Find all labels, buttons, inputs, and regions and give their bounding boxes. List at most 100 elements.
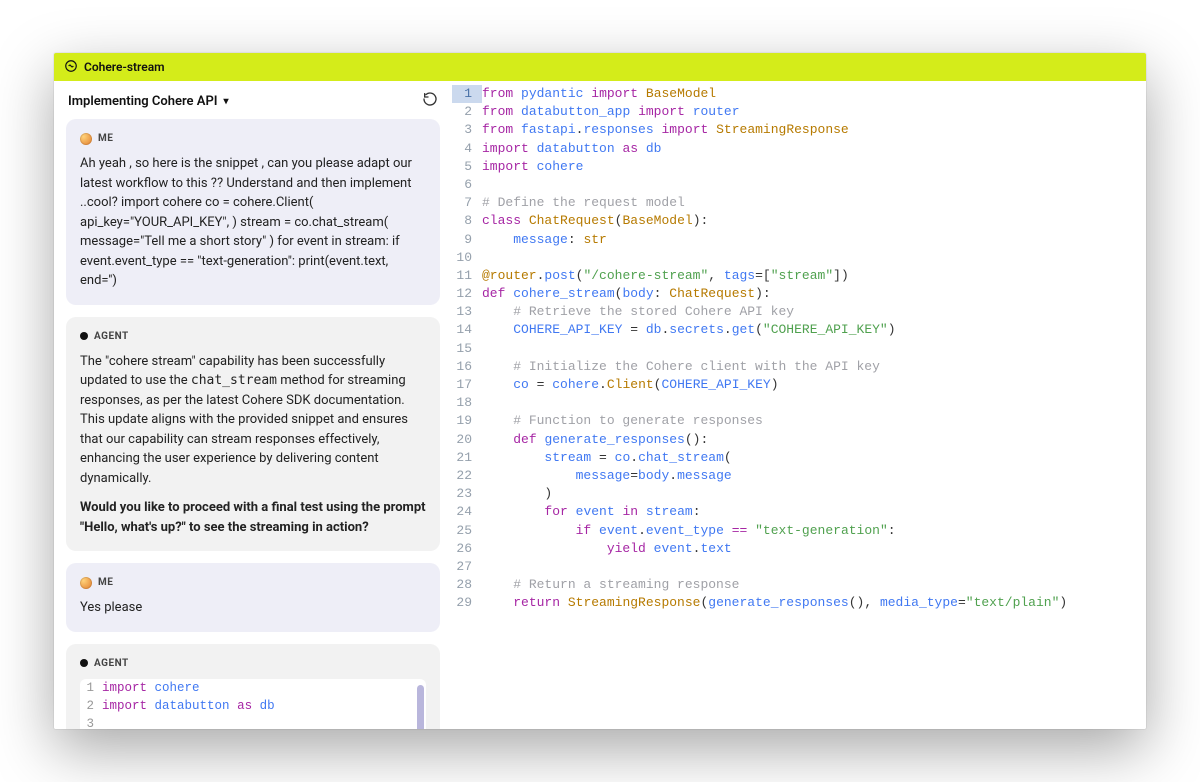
line-number: 3 xyxy=(452,121,482,139)
line-number: 14 xyxy=(452,321,482,339)
code-line[interactable]: 3from fastapi.responses import Streaming… xyxy=(452,121,1146,139)
line-number: 15 xyxy=(452,340,482,358)
code-content[interactable]: # Retrieve the stored Cohere API key xyxy=(482,303,794,321)
code-line[interactable]: 2from databutton_app import router xyxy=(452,103,1146,121)
code-content[interactable]: # Return a streaming response xyxy=(482,576,739,594)
chat-title-dropdown[interactable]: Implementing Cohere API ▾ xyxy=(68,94,229,109)
line-number: 10 xyxy=(452,249,482,267)
code-line[interactable]: 13 # Retrieve the stored Cohere API key xyxy=(452,303,1146,321)
chevron-down-icon: ▾ xyxy=(224,96,229,107)
message-role-label: ME xyxy=(98,131,113,146)
code-line[interactable]: 17 co = cohere.Client(COHERE_API_KEY) xyxy=(452,376,1146,394)
code-content[interactable]: for event in stream: xyxy=(482,503,701,521)
app-title: Cohere-stream xyxy=(84,60,165,74)
code-content[interactable]: from fastapi.responses import StreamingR… xyxy=(482,121,849,139)
line-number: 29 xyxy=(452,594,482,612)
code-content[interactable]: def cohere_stream(body: ChatRequest): xyxy=(482,285,771,303)
code-line[interactable]: 23 ) xyxy=(452,485,1146,503)
code-line[interactable]: 11@router.post("/cohere-stream", tags=["… xyxy=(452,267,1146,285)
code-content[interactable]: # Initialize the Cohere client with the … xyxy=(482,358,880,376)
line-number: 26 xyxy=(452,540,482,558)
message-body: Ah yeah , so here is the snippet , can y… xyxy=(80,154,426,291)
user-message: MEYes please xyxy=(66,563,440,632)
code-content[interactable]: message=body.message xyxy=(482,467,732,485)
code-content[interactable]: # Define the request model xyxy=(482,194,685,212)
message-header: AGENT xyxy=(80,656,426,671)
code-content[interactable]: import cohere xyxy=(482,158,583,176)
code-content[interactable]: def generate_responses(): xyxy=(482,431,708,449)
user-avatar-icon xyxy=(80,577,92,589)
line-number: 19 xyxy=(452,412,482,430)
code-content[interactable]: # Function to generate responses xyxy=(482,412,763,430)
code-line[interactable]: 4import databutton as db xyxy=(452,140,1146,158)
line-number: 27 xyxy=(452,558,482,576)
code-line[interactable]: 19 # Function to generate responses xyxy=(452,412,1146,430)
code-line[interactable]: 28 # Return a streaming response xyxy=(452,576,1146,594)
code-line[interactable]: 10 xyxy=(452,249,1146,267)
line-number: 6 xyxy=(452,176,482,194)
code-line[interactable]: 20 def generate_responses(): xyxy=(452,431,1146,449)
code-content[interactable]: @router.post("/cohere-stream", tags=["st… xyxy=(482,267,849,285)
agent-code-snippet[interactable]: 1import cohere2import databutton as db34… xyxy=(80,679,426,730)
code-line[interactable]: 8class ChatRequest(BaseModel): xyxy=(452,212,1146,230)
app-window: Cohere-stream Implementing Cohere API ▾ xyxy=(54,53,1146,729)
code-content[interactable]: yield event.text xyxy=(482,540,732,558)
code-line: 3 xyxy=(80,715,426,729)
code-line[interactable]: 24 for event in stream: xyxy=(452,503,1146,521)
message-role-label: AGENT xyxy=(94,656,129,671)
message-body: The "cohere stream" capability has been … xyxy=(80,352,426,489)
code-content[interactable]: COHERE_API_KEY = db.secrets.get("COHERE_… xyxy=(482,321,896,339)
code-content[interactable]: return StreamingResponse(generate_respon… xyxy=(482,594,1067,612)
user-avatar-icon xyxy=(80,133,92,145)
code-line[interactable]: 1from pydantic import BaseModel xyxy=(452,85,1146,103)
code-content[interactable]: import databutton as db xyxy=(482,140,661,158)
chat-title: Implementing Cohere API xyxy=(68,94,218,109)
line-number: 17 xyxy=(452,376,482,394)
code-line[interactable]: 6 xyxy=(452,176,1146,194)
code-line[interactable]: 9 message: str xyxy=(452,231,1146,249)
code-line[interactable]: 16 # Initialize the Cohere client with t… xyxy=(452,358,1146,376)
line-number: 9 xyxy=(452,231,482,249)
code-line[interactable]: 22 message=body.message xyxy=(452,467,1146,485)
message-header: ME xyxy=(80,131,426,146)
code-line[interactable]: 12def cohere_stream(body: ChatRequest): xyxy=(452,285,1146,303)
code-content[interactable]: if event.event_type == "text-generation"… xyxy=(482,522,896,540)
agent-avatar-icon xyxy=(80,332,88,340)
code-content[interactable]: stream = co.chat_stream( xyxy=(482,449,732,467)
code-content xyxy=(102,715,426,729)
code-line[interactable]: 14 COHERE_API_KEY = db.secrets.get("COHE… xyxy=(452,321,1146,339)
code-line: 2import databutton as db xyxy=(80,697,426,715)
code-content[interactable]: from pydantic import BaseModel xyxy=(482,85,716,103)
code-line[interactable]: 21 stream = co.chat_stream( xyxy=(452,449,1146,467)
code-content[interactable]: from databutton_app import router xyxy=(482,103,740,121)
message-header: AGENT xyxy=(80,329,426,344)
code-line[interactable]: 27 xyxy=(452,558,1146,576)
code-line[interactable]: 7# Define the request model xyxy=(452,194,1146,212)
scrollbar-thumb[interactable] xyxy=(417,685,424,730)
code-content[interactable]: message: str xyxy=(482,231,607,249)
line-number: 22 xyxy=(452,467,482,485)
line-number: 4 xyxy=(452,140,482,158)
line-number: 3 xyxy=(80,715,102,729)
code-line[interactable]: 18 xyxy=(452,394,1146,412)
chat-pane: Implementing Cohere API ▾ ME Ah yeah , so… xyxy=(54,81,452,729)
refresh-icon[interactable] xyxy=(422,91,438,111)
code-line[interactable]: 26 yield event.text xyxy=(452,540,1146,558)
line-number: 1 xyxy=(452,85,482,103)
code-content[interactable]: class ChatRequest(BaseModel): xyxy=(482,212,708,230)
code-line[interactable]: 5import cohere xyxy=(452,158,1146,176)
title-bar: Cohere-stream xyxy=(54,53,1146,81)
code-line[interactable]: 25 if event.event_type == "text-generati… xyxy=(452,522,1146,540)
line-number: 11 xyxy=(452,267,482,285)
code-content[interactable]: co = cohere.Client(COHERE_API_KEY) xyxy=(482,376,779,394)
line-number: 23 xyxy=(452,485,482,503)
code-line[interactable]: 15 xyxy=(452,340,1146,358)
line-number: 20 xyxy=(452,431,482,449)
chat-header: Implementing Cohere API ▾ xyxy=(54,81,452,119)
chat-messages[interactable]: ME Ah yeah , so here is the snippet , can… xyxy=(54,119,452,729)
code-line[interactable]: 29 return StreamingResponse(generate_res… xyxy=(452,594,1146,612)
code-content[interactable]: ) xyxy=(482,485,552,503)
code-editor[interactable]: 1from pydantic import BaseModel2from dat… xyxy=(452,81,1146,729)
code-line: 1import cohere xyxy=(80,679,426,697)
line-number: 21 xyxy=(452,449,482,467)
